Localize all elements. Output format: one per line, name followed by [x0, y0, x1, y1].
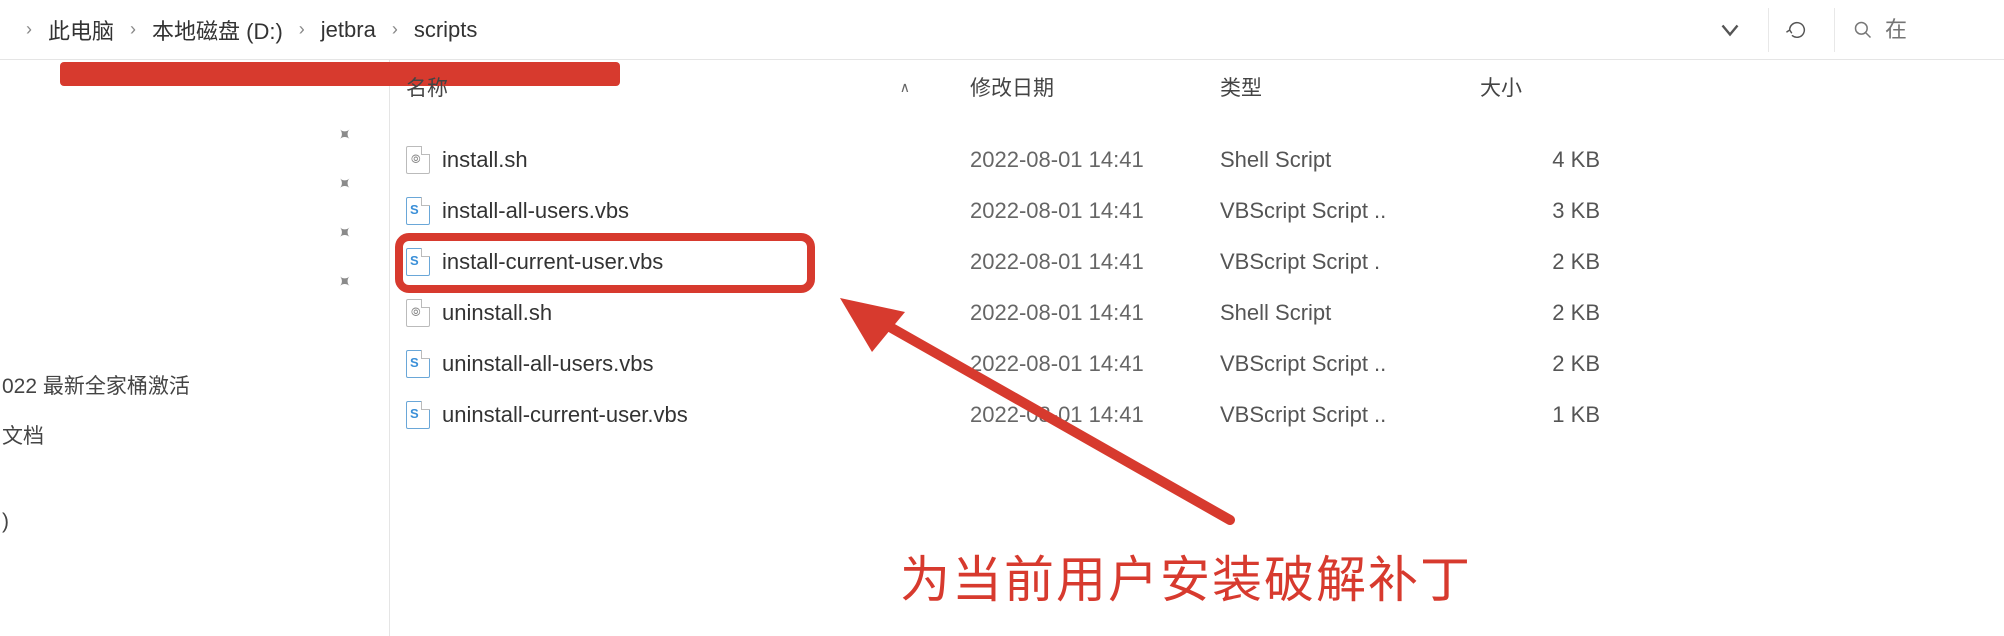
shell-file-icon [406, 299, 430, 327]
vbscript-file-icon [406, 350, 430, 378]
chevron-right-icon: › [293, 19, 311, 40]
sidebar-item[interactable]: 文档 [0, 410, 389, 460]
file-name-cell: install-all-users.vbs [390, 197, 970, 225]
address-bar: › 此电脑 › 本地磁盘 (D:) › jetbra › scripts [0, 0, 2004, 60]
file-type: VBScript Script . [1220, 249, 1480, 275]
file-date: 2022-08-01 14:41 [970, 249, 1220, 275]
file-type: VBScript Script .. [1220, 351, 1480, 377]
breadcrumb-item[interactable]: jetbra [321, 17, 376, 43]
shell-file-icon [406, 146, 430, 174]
column-headers: 名称 ∧ 修改日期 类型 大小 [390, 60, 2004, 114]
file-type: VBScript Script .. [1220, 402, 1480, 428]
column-header-label: 名称 [406, 72, 448, 102]
file-name-cell: uninstall.sh [390, 299, 970, 327]
column-header-type[interactable]: 类型 [1220, 72, 1480, 102]
file-size: 2 KB [1480, 351, 1680, 377]
file-date: 2022-08-01 14:41 [970, 402, 1220, 428]
search-icon [1853, 20, 1873, 40]
file-name: install-current-user.vbs [442, 249, 663, 275]
column-header-name[interactable]: 名称 ∧ [390, 72, 970, 102]
file-type: Shell Script [1220, 300, 1480, 326]
file-list-pane: 名称 ∧ 修改日期 类型 大小 install.sh 2022-08-01 14:… [390, 60, 2004, 636]
file-name: install.sh [442, 147, 528, 173]
file-row[interactable]: uninstall.sh 2022-08-01 14:41Shell Script… [390, 287, 2004, 338]
vbscript-file-icon [406, 248, 430, 276]
pin-icon: ✦ [331, 220, 388, 277]
file-name-cell: install-current-user.vbs [390, 248, 970, 276]
breadcrumb-item[interactable]: 此电脑 [48, 14, 114, 46]
file-row[interactable]: install.sh 2022-08-01 14:41Shell Script4 … [390, 134, 2004, 185]
navigation-pane: ✦ ✦ ✦ ✦ 022 最新全家桶激活 文档 ) [0, 60, 390, 636]
file-date: 2022-08-01 14:41 [970, 300, 1220, 326]
chevron-right-icon: › [124, 19, 142, 40]
history-dropdown-button[interactable] [1702, 8, 1758, 52]
file-name-cell: install.sh [390, 146, 970, 174]
refresh-button[interactable] [1768, 8, 1824, 52]
file-size: 2 KB [1480, 300, 1680, 326]
column-header-size[interactable]: 大小 [1480, 72, 1680, 102]
search-input[interactable] [1885, 17, 1965, 43]
file-name-cell: uninstall-all-users.vbs [390, 350, 970, 378]
file-name: install-all-users.vbs [442, 198, 629, 224]
search-box[interactable] [1834, 8, 1994, 52]
pin-icon: ✦ [331, 122, 388, 179]
pin-icon: ✦ [331, 269, 388, 326]
file-row[interactable]: install-all-users.vbs 2022-08-01 14:41VBS… [390, 185, 2004, 236]
file-date: 2022-08-01 14:41 [970, 147, 1220, 173]
file-type: Shell Script [1220, 147, 1480, 173]
sidebar-item[interactable]: ) [0, 500, 389, 544]
file-date: 2022-08-01 14:41 [970, 198, 1220, 224]
file-name: uninstall-all-users.vbs [442, 351, 654, 377]
annotation-text: 为当前用户安装破解补丁 [900, 540, 1472, 612]
file-size: 1 KB [1480, 402, 1680, 428]
file-name-cell: uninstall-current-user.vbs [390, 401, 970, 429]
file-row[interactable]: install-current-user.vbs 2022-08-01 14:41… [390, 236, 2004, 287]
file-size: 4 KB [1480, 147, 1680, 173]
file-date: 2022-08-01 14:41 [970, 351, 1220, 377]
breadcrumb-item[interactable]: 本地磁盘 (D:) [152, 14, 283, 46]
vbscript-file-icon [406, 197, 430, 225]
file-size: 3 KB [1480, 198, 1680, 224]
file-row[interactable]: uninstall-all-users.vbs 2022-08-01 14:41V… [390, 338, 2004, 389]
chevron-right-icon: › [20, 19, 38, 40]
file-name: uninstall-current-user.vbs [442, 402, 688, 428]
vbscript-file-icon [406, 401, 430, 429]
file-size: 2 KB [1480, 249, 1680, 275]
sort-ascending-icon: ∧ [900, 79, 910, 96]
column-header-date[interactable]: 修改日期 [970, 72, 1220, 102]
breadcrumb-item[interactable]: scripts [414, 17, 478, 43]
file-type: VBScript Script .. [1220, 198, 1480, 224]
file-name: uninstall.sh [442, 300, 552, 326]
chevron-right-icon: › [386, 19, 404, 40]
breadcrumb[interactable]: › 此电脑 › 本地磁盘 (D:) › jetbra › scripts [20, 14, 477, 46]
file-row[interactable]: uninstall-current-user.vbs 2022-08-01 14:… [390, 389, 2004, 440]
pin-icon: ✦ [331, 171, 388, 228]
sidebar-item[interactable]: 022 最新全家桶激活 [0, 360, 389, 410]
